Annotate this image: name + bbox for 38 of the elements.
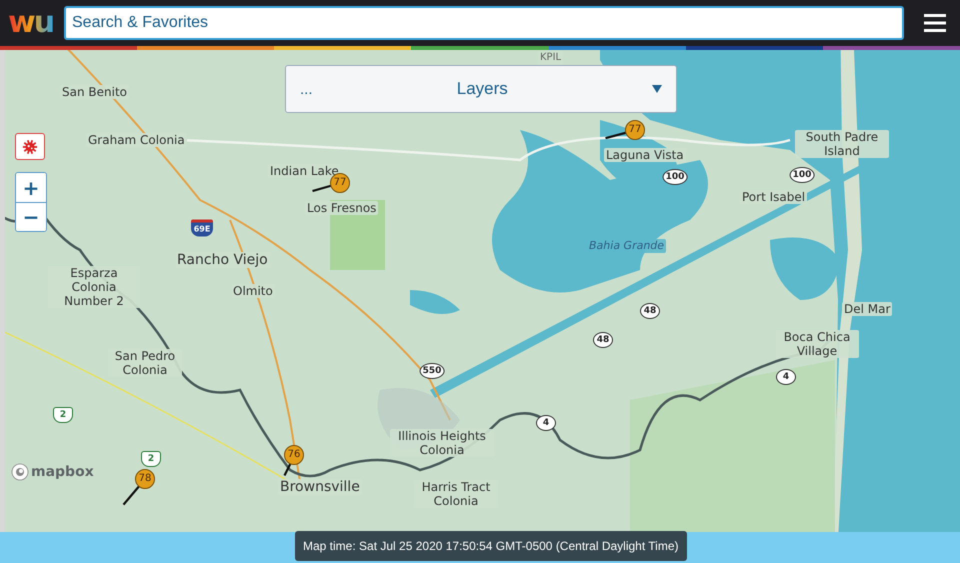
place-label: Olmito [231, 284, 275, 298]
wind-barb-icon [122, 484, 141, 506]
mapbox-logo-icon [11, 463, 29, 481]
virus-button[interactable] [15, 133, 45, 160]
place-label: Rancho Viejo [175, 252, 270, 268]
map-time-tooltip: Map time: Sat Jul 25 2020 17:50:54 GMT-0500 (Central Daylight Time) [295, 531, 687, 561]
place-label: Laguna Vista [604, 148, 686, 162]
place-label: Brownsville [278, 479, 362, 495]
attribution-link[interactable]: mapbox [31, 464, 94, 480]
highway-shield: 2 [53, 407, 73, 423]
wind-barb-icon [604, 130, 628, 140]
place-label: Indian Lake [268, 164, 341, 178]
water-label: Bahia Grande [587, 239, 666, 253]
place-label: KPIL [538, 51, 564, 65]
virus-icon [22, 138, 38, 156]
place-label: San Benito [60, 85, 129, 99]
wind-barb-icon [282, 462, 292, 476]
place-label: South Padre Island [795, 130, 889, 158]
place-label: Esparza Colonia Number 2 [47, 266, 141, 308]
layers-dropdown[interactable]: ... Layers [285, 65, 677, 113]
dropdown-label: Layers [456, 79, 509, 99]
place-label: Port Isabel [740, 190, 808, 204]
menu-icon[interactable] [924, 13, 946, 33]
search-field[interactable]: Search & Favorites [64, 6, 904, 40]
place-label: Illinois Heights Colonia [390, 429, 494, 457]
place-label: Harris Tract Colonia [414, 480, 498, 508]
place-label: Boca Chica Village [775, 330, 859, 358]
highway-shield: 69E [191, 220, 213, 236]
place-label: Del Mar [842, 302, 892, 316]
highway-shield: 2 [141, 451, 161, 467]
place-label: San Pedro Colonia [108, 349, 182, 377]
map-drawing[interactable] [5, 50, 960, 532]
wind-barb-icon [310, 184, 333, 192]
place-label: Los Fresnos [305, 201, 378, 215]
caret-icon [652, 85, 662, 93]
place-label: Graham Colonia [86, 133, 187, 147]
more-label: ... [300, 80, 313, 98]
zoom-out-button[interactable]: − [16, 202, 46, 231]
